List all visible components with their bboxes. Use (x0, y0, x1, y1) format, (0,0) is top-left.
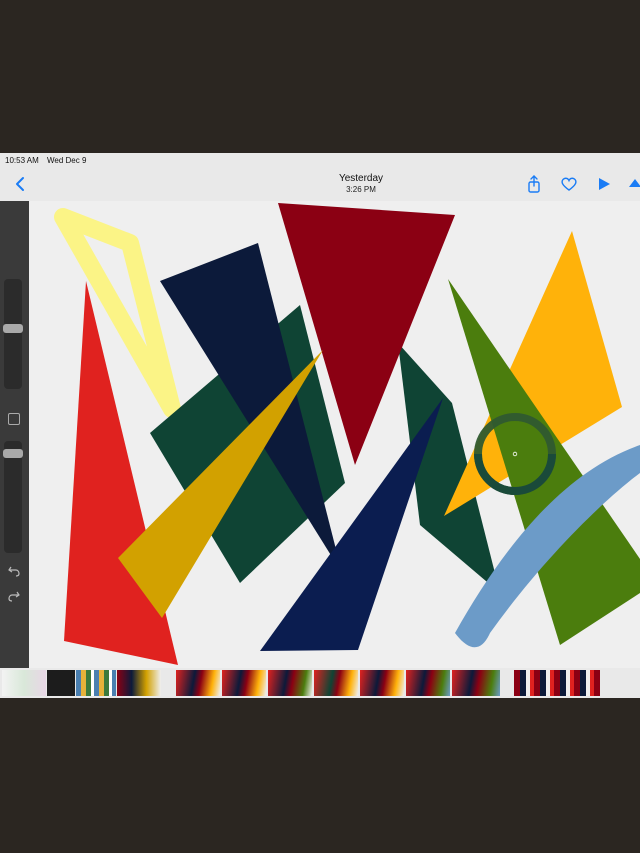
photo-filmstrip (0, 668, 640, 698)
status-time: 10:53 AM (5, 156, 39, 165)
modify-square-button[interactable] (8, 413, 20, 425)
procreate-icon[interactable] (626, 175, 640, 193)
filmstrip-thumbnail[interactable] (268, 670, 312, 696)
brush-opacity-slider[interactable] (3, 441, 23, 553)
filmstrip-thumbnail[interactable] (314, 670, 358, 696)
heart-icon[interactable] (560, 175, 578, 193)
artwork-canvas[interactable] (29, 201, 640, 668)
brush-sidebar (0, 201, 29, 668)
filmstrip-thumbnail[interactable] (47, 670, 75, 696)
filmstrip-thumbnail[interactable] (406, 670, 450, 696)
share-icon[interactable] (525, 175, 543, 193)
undo-icon[interactable] (7, 564, 21, 578)
filmstrip-thumbnail[interactable] (76, 670, 116, 696)
photo-date-title: Yesterday (338, 173, 384, 184)
brush-opacity-thumb[interactable] (3, 449, 23, 458)
filmstrip-thumbnail[interactable] (360, 670, 404, 696)
filmstrip-thumbnail[interactable] (222, 670, 266, 696)
brush-size-slider[interactable] (3, 279, 23, 389)
play-icon[interactable] (595, 175, 613, 193)
filmstrip-thumbnail[interactable] (514, 670, 600, 696)
filmstrip-thumbnail[interactable] (176, 670, 220, 696)
status-date: Wed Dec 9 (47, 156, 87, 165)
photo-time-subtitle: 3:26 PM (346, 185, 376, 194)
filmstrip-thumbnail[interactable] (117, 670, 161, 696)
brush-size-thumb[interactable] (3, 324, 23, 333)
redo-icon[interactable] (7, 589, 21, 603)
ipad-screen: 10:53 AM Wed Dec 9 Yesterday 3:26 PM (0, 153, 640, 698)
filmstrip-thumbnail[interactable] (2, 670, 46, 696)
status-bar: 10:53 AM Wed Dec 9 (0, 153, 640, 167)
filmstrip-thumbnail-selected[interactable] (452, 670, 500, 696)
navigation-bar: Yesterday 3:26 PM (0, 167, 640, 202)
